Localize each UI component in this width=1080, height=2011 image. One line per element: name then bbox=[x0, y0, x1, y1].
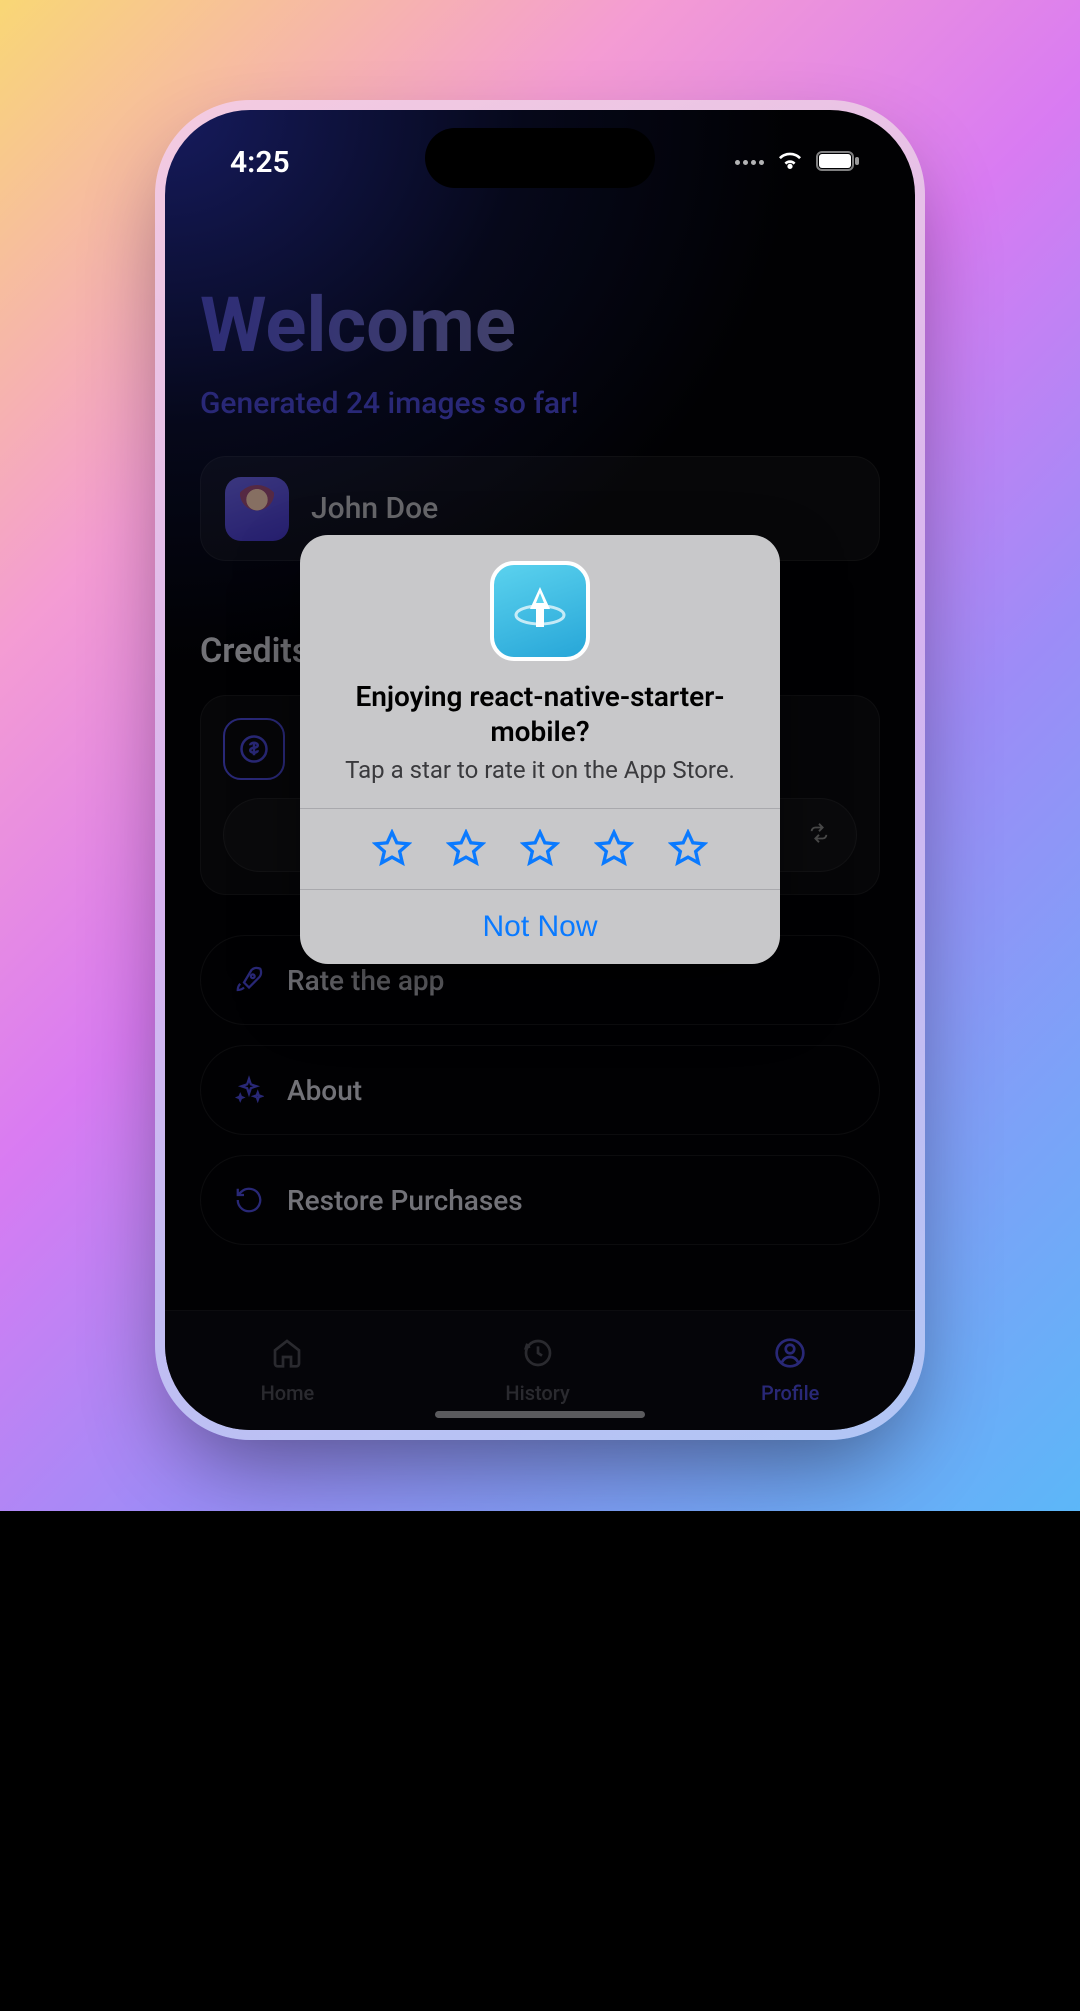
restore-icon bbox=[231, 1182, 267, 1218]
user-name: John Doe bbox=[311, 491, 438, 526]
device-notch bbox=[425, 128, 655, 188]
chevron-right-icon bbox=[808, 822, 830, 848]
rating-star-3[interactable] bbox=[520, 829, 560, 869]
user-avatar bbox=[225, 477, 289, 541]
rating-star-2[interactable] bbox=[446, 829, 486, 869]
tab-label: Home bbox=[261, 1381, 315, 1405]
settings-menu: Rate the app About Restore Purchases bbox=[200, 935, 880, 1245]
not-now-button[interactable]: Not Now bbox=[300, 890, 780, 964]
wifi-icon bbox=[776, 151, 804, 175]
rating-dialog-subtitle: Tap a star to rate it on the App Store. bbox=[328, 755, 752, 786]
home-indicator[interactable] bbox=[435, 1411, 645, 1418]
tab-label: Profile bbox=[761, 1381, 819, 1405]
app-icon bbox=[490, 561, 590, 661]
cellular-dots-icon bbox=[735, 160, 764, 165]
rating-star-4[interactable] bbox=[594, 829, 634, 869]
welcome-subtext: Generated 24 images so far! bbox=[200, 386, 880, 421]
menu-item-restore[interactable]: Restore Purchases bbox=[200, 1155, 880, 1245]
status-indicators bbox=[735, 151, 860, 175]
sparkle-icon bbox=[231, 1072, 267, 1108]
app-backdrop: 4:25 Welcome Generated 24 images so far! bbox=[0, 0, 1080, 1512]
menu-label: About bbox=[287, 1074, 362, 1107]
battery-icon bbox=[816, 151, 860, 175]
tab-history[interactable]: History bbox=[505, 1337, 569, 1405]
menu-item-about[interactable]: About bbox=[200, 1045, 880, 1135]
status-time: 4:25 bbox=[230, 145, 290, 180]
rating-dialog-title: Enjoying react-native-starter-mobile? bbox=[328, 679, 752, 749]
tab-label: History bbox=[505, 1381, 569, 1405]
letterbox bbox=[0, 1511, 1080, 2011]
profile-icon bbox=[774, 1337, 806, 1377]
rocket-icon bbox=[231, 962, 267, 998]
phone-frame: 4:25 Welcome Generated 24 images so far! bbox=[155, 100, 925, 1440]
rating-star-1[interactable] bbox=[372, 829, 412, 869]
credits-dollar-icon bbox=[223, 718, 285, 780]
tab-home[interactable]: Home bbox=[261, 1337, 315, 1405]
rating-dialog: Enjoying react-native-starter-mobile? Ta… bbox=[300, 535, 780, 964]
menu-label: Restore Purchases bbox=[287, 1184, 523, 1217]
phone-screen: 4:25 Welcome Generated 24 images so far! bbox=[165, 110, 915, 1430]
rating-dialog-body: Enjoying react-native-starter-mobile? Ta… bbox=[300, 535, 780, 808]
history-icon bbox=[522, 1337, 554, 1377]
home-icon bbox=[271, 1337, 303, 1377]
rating-star-5[interactable] bbox=[668, 829, 708, 869]
rating-stars-row bbox=[300, 808, 780, 889]
rating-dialog-actions: Not Now bbox=[300, 889, 780, 964]
tab-profile[interactable]: Profile bbox=[761, 1337, 819, 1405]
menu-label: Rate the app bbox=[287, 964, 444, 997]
welcome-heading: Welcome bbox=[200, 280, 880, 370]
